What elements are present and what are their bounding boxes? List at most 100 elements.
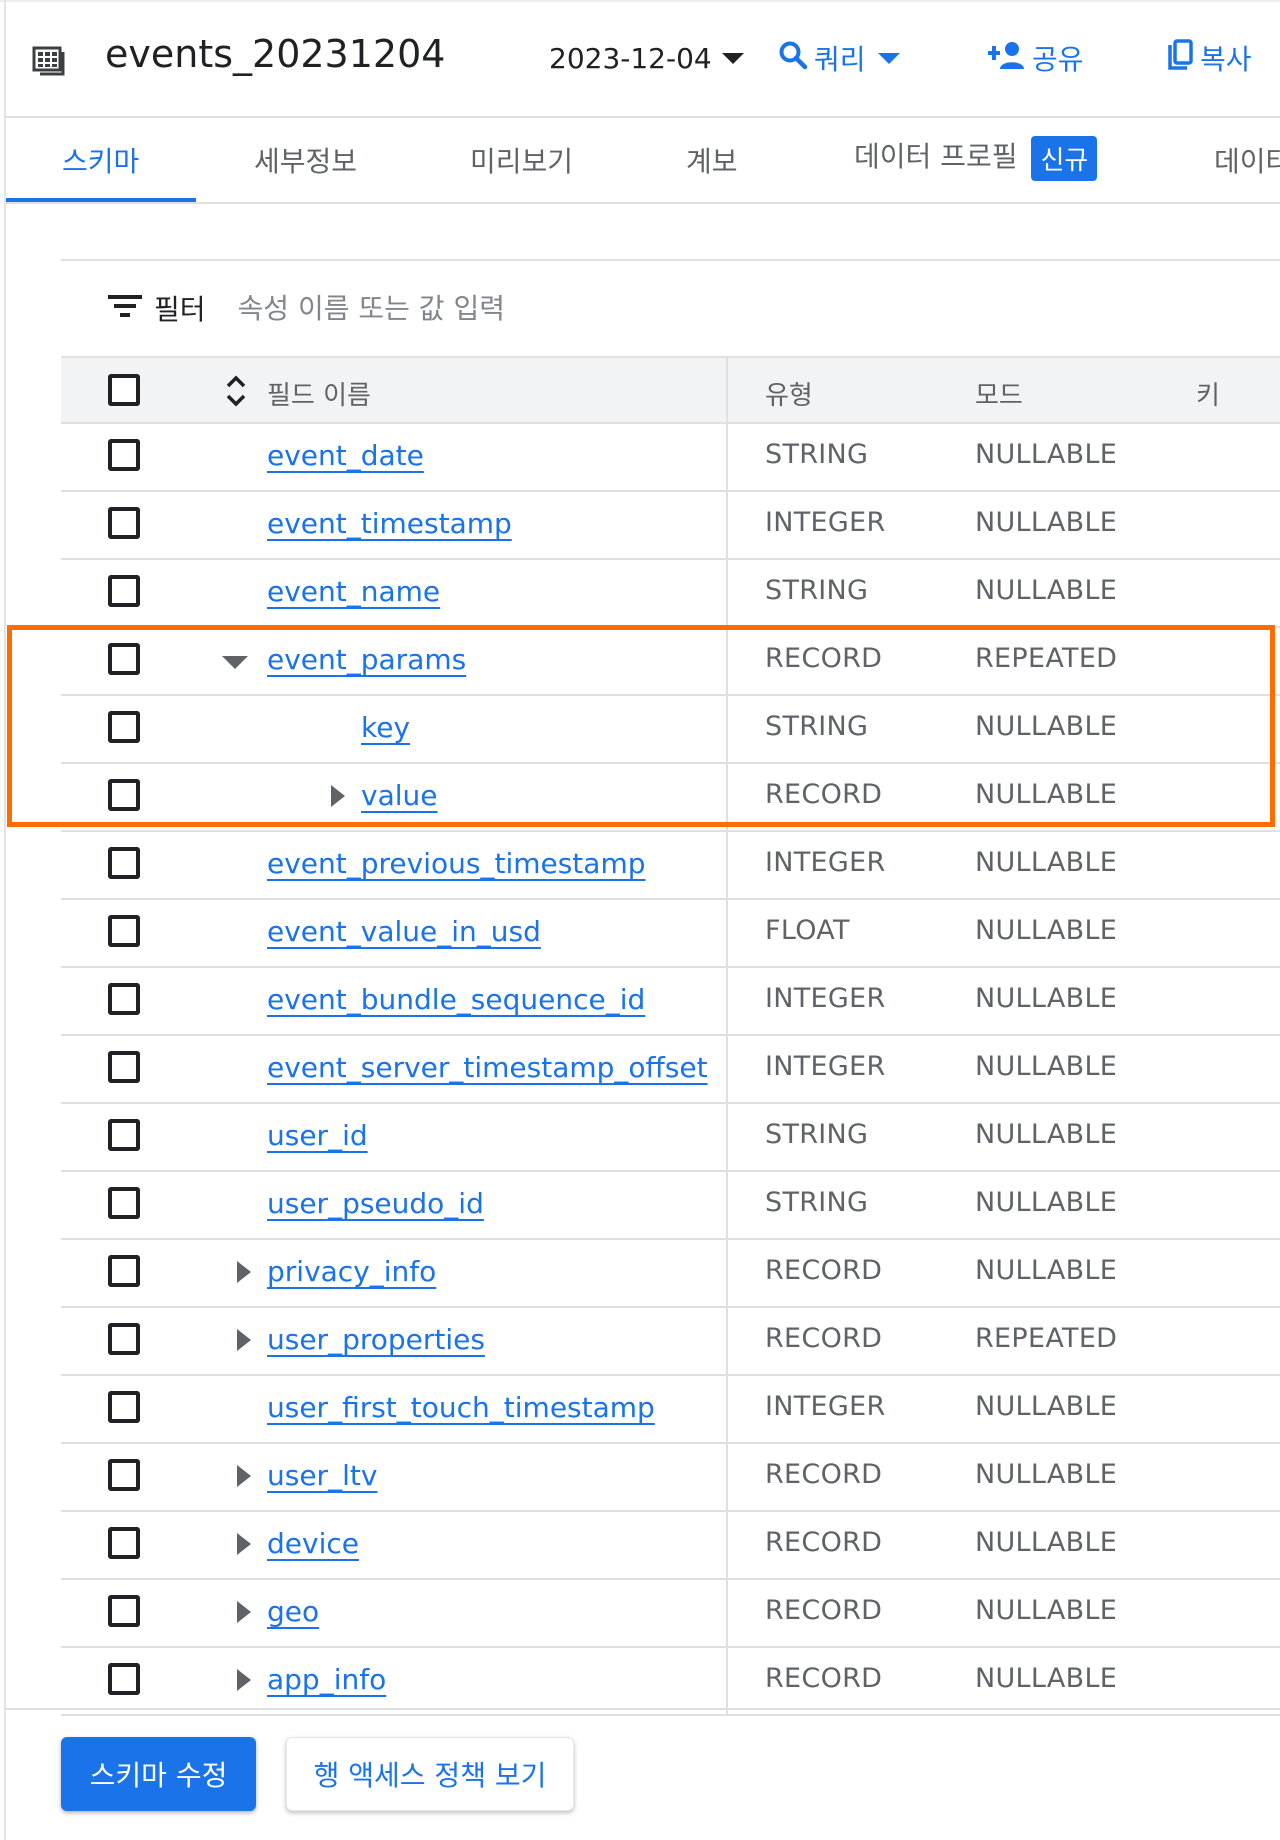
field-type: RECORD	[765, 1663, 883, 1694]
table-row: event_server_timestamp_offset INTEGER NULL…	[61, 1036, 1280, 1104]
field-name-link[interactable]: key	[361, 711, 410, 744]
field-mode: REPEATED	[975, 643, 1118, 674]
field-name-link[interactable]: event_date	[267, 439, 424, 472]
row-checkbox[interactable]	[108, 1051, 140, 1083]
tab-lineage[interactable]: 계보	[686, 140, 738, 180]
query-button[interactable]: 쿼리	[778, 38, 900, 78]
sort-icon[interactable]	[225, 374, 247, 412]
column-divider	[726, 1308, 728, 1374]
page-title: events_20231204	[105, 32, 446, 76]
row-checkbox[interactable]	[108, 711, 140, 743]
row-checkbox[interactable]	[108, 1527, 140, 1559]
field-name-link[interactable]: user_first_touch_timestamp	[267, 1391, 655, 1424]
field-name-link[interactable]: value	[361, 779, 437, 812]
field-name-link[interactable]: user_ltv	[267, 1459, 377, 1492]
row-checkbox[interactable]	[108, 983, 140, 1015]
row-checkbox[interactable]	[108, 575, 140, 607]
table-row: user_pseudo_id STRING NULLABLE	[61, 1172, 1280, 1240]
column-divider	[726, 424, 728, 490]
row-checkbox[interactable]	[108, 507, 140, 539]
expand-icon[interactable]	[237, 1329, 251, 1351]
field-type: RECORD	[765, 1595, 883, 1626]
field-name-link[interactable]: event_value_in_usd	[267, 915, 541, 948]
row-checkbox[interactable]	[108, 779, 140, 811]
row-checkbox[interactable]	[108, 1323, 140, 1355]
table-icon	[32, 46, 66, 80]
field-name-link[interactable]: event_server_timestamp_offset	[267, 1051, 708, 1084]
field-type: INTEGER	[765, 983, 886, 1014]
copy-button[interactable]: 복사	[1166, 38, 1252, 78]
row-checkbox[interactable]	[108, 1391, 140, 1423]
field-name-link[interactable]: app_info	[267, 1663, 386, 1696]
filter-bar: 필터	[108, 288, 798, 328]
date-select[interactable]: 2023-12-04	[549, 42, 744, 75]
expand-icon[interactable]	[331, 785, 345, 807]
field-type: INTEGER	[765, 1391, 886, 1422]
field-name-link[interactable]: user_properties	[267, 1323, 485, 1356]
filter-input[interactable]	[237, 291, 798, 325]
expand-icon[interactable]	[237, 1465, 251, 1487]
tab-preview[interactable]: 미리보기	[470, 140, 573, 180]
field-type: FLOAT	[765, 915, 850, 946]
tab-details[interactable]: 세부정보	[254, 140, 357, 180]
field-type: INTEGER	[765, 507, 886, 538]
tab-schema[interactable]: 스키마	[62, 140, 139, 180]
field-name-link[interactable]: device	[267, 1527, 359, 1560]
row-checkbox[interactable]	[108, 1595, 140, 1627]
expand-icon[interactable]	[237, 1533, 251, 1555]
collapse-icon[interactable]	[222, 656, 248, 669]
row-checkbox[interactable]	[108, 1119, 140, 1151]
table-row: user_id STRING NULLABLE	[61, 1104, 1280, 1172]
field-type: STRING	[765, 575, 869, 606]
column-divider	[726, 358, 728, 422]
field-name-link[interactable]: event_timestamp	[267, 507, 512, 540]
chevron-down-icon	[877, 52, 900, 64]
edit-schema-button[interactable]: 스키마 수정	[61, 1737, 256, 1811]
field-name-link[interactable]: event_bundle_sequence_id	[267, 983, 645, 1016]
expand-icon[interactable]	[237, 1261, 251, 1283]
field-name-link[interactable]: event_previous_timestamp	[267, 847, 646, 880]
table-row: event_date STRING NULLABLE	[61, 424, 1280, 492]
expand-icon[interactable]	[237, 1669, 251, 1691]
field-mode: NULLABLE	[975, 847, 1118, 878]
column-divider	[726, 1376, 728, 1442]
share-button[interactable]: 공유	[988, 38, 1084, 78]
field-name-link[interactable]: event_params	[267, 643, 466, 676]
field-type: RECORD	[765, 643, 883, 674]
row-checkbox[interactable]	[108, 439, 140, 471]
field-name-link[interactable]: geo	[267, 1595, 319, 1628]
field-type: INTEGER	[765, 847, 886, 878]
field-type: RECORD	[765, 1323, 883, 1354]
tab-data-profile-label: 데이터 프로필	[854, 140, 1018, 173]
filter-icon[interactable]	[108, 293, 142, 323]
row-checkbox[interactable]	[108, 1459, 140, 1491]
tab-data-profile[interactable]: 데이터 프로필 신규	[854, 135, 1098, 181]
field-mode: NULLABLE	[975, 711, 1118, 742]
tab-data-quality[interactable]: 데이터	[1214, 140, 1280, 180]
field-mode: NULLABLE	[975, 1391, 1118, 1422]
select-all-checkbox[interactable]	[108, 374, 140, 406]
tab-bar: 스키마 세부정보 미리보기 계보 데이터 프로필 신규 데이터	[6, 118, 1280, 204]
row-checkbox[interactable]	[108, 643, 140, 675]
copy-label: 복사	[1200, 43, 1252, 76]
row-checkbox[interactable]	[108, 1255, 140, 1287]
column-divider	[726, 1580, 728, 1646]
search-icon	[778, 40, 808, 77]
row-checkbox[interactable]	[108, 847, 140, 879]
field-mode: NULLABLE	[975, 1255, 1118, 1286]
field-name-link[interactable]: user_id	[267, 1119, 368, 1152]
table-row: event_bundle_sequence_id INTEGER NULLABLE	[61, 968, 1280, 1036]
table-row: event_previous_timestamp INTEGER NULLABLE	[61, 832, 1280, 900]
column-divider	[726, 900, 728, 966]
column-header-field-name[interactable]: 필드 이름	[267, 375, 371, 412]
field-name-link[interactable]: user_pseudo_id	[267, 1187, 484, 1220]
row-checkbox[interactable]	[108, 1187, 140, 1219]
field-name-link[interactable]: event_name	[267, 575, 440, 608]
row-checkbox[interactable]	[108, 915, 140, 947]
active-tab-indicator	[6, 198, 196, 202]
row-checkbox[interactable]	[108, 1663, 140, 1695]
view-row-access-policy-button[interactable]: 행 액세스 정책 보기	[286, 1737, 574, 1811]
field-name-link[interactable]: privacy_info	[267, 1255, 436, 1288]
expand-icon[interactable]	[237, 1601, 251, 1623]
table-row: value RECORD NULLABLE	[61, 764, 1280, 832]
